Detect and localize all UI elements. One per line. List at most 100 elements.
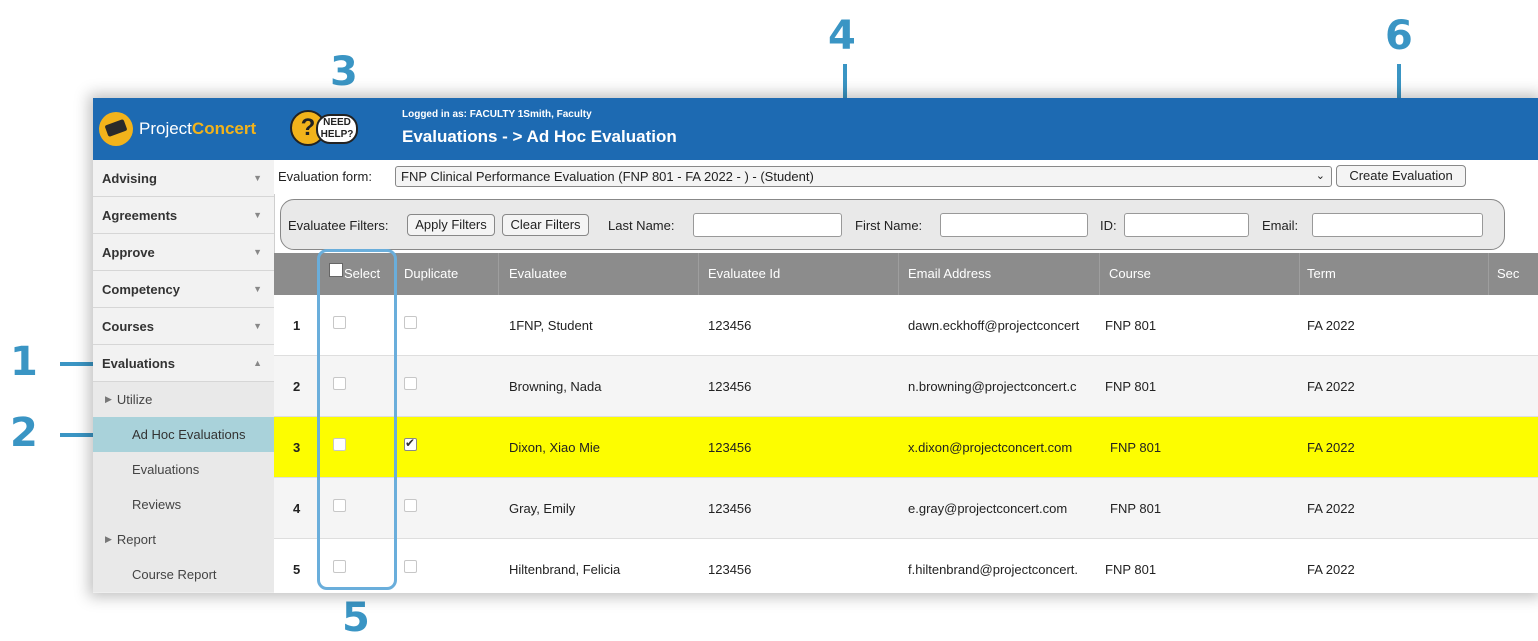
evaluatee-id: 123456 xyxy=(708,562,752,577)
sidebar-item-course-report[interactable]: Course Report xyxy=(93,557,274,592)
column-header-duplicate: Duplicate xyxy=(404,266,459,281)
table-row-selected: 3 Dixon, Xiao Mie 123456 x.dixon@project… xyxy=(274,417,1538,478)
column-header-term[interactable]: Term xyxy=(1307,266,1336,281)
create-evaluation-button[interactable]: Create Evaluation xyxy=(1336,165,1466,187)
last-name-label: Last Name: xyxy=(608,218,675,233)
evaluatee-table: Select Duplicate Evaluatee Evaluatee Id … xyxy=(274,253,1538,593)
duplicate-checkbox[interactable] xyxy=(404,499,417,512)
sidebar-item-evaluations-list[interactable]: Evaluations xyxy=(93,452,274,487)
column-header-evaluatee[interactable]: Evaluatee xyxy=(509,266,567,281)
column-separator xyxy=(394,253,395,295)
sidebar-item-label: Competency xyxy=(102,281,181,297)
sidebar-item-label: Evaluations xyxy=(102,355,175,371)
row-number: 4 xyxy=(293,501,301,516)
sidebar-subgroup-utilize[interactable]: ▶ Utilize xyxy=(93,382,274,417)
sidebar-item-agreements[interactable]: Agreements ▼ xyxy=(93,197,274,234)
annotation-number-1: 1 xyxy=(10,339,38,385)
logged-in-text: Logged in as: FACULTY 1Smith, Faculty xyxy=(402,109,592,120)
table-row: 1 1FNP, Student 123456 dawn.eckhoff@proj… xyxy=(274,295,1538,356)
duplicate-checkbox[interactable] xyxy=(404,436,417,451)
evaluatee-name: Gray, Emily xyxy=(509,501,576,516)
first-name-input[interactable] xyxy=(940,213,1088,237)
evaluatee-name: Browning, Nada xyxy=(509,379,602,394)
select-all-checkbox[interactable] xyxy=(329,263,343,277)
table-row: 4 Gray, Emily 123456 e.gray@projectconce… xyxy=(274,478,1538,539)
select-checkbox[interactable] xyxy=(333,377,346,390)
duplicate-checkbox[interactable] xyxy=(404,316,417,329)
evaluation-form-label: Evaluation form: xyxy=(278,169,372,184)
course: FNP 801 xyxy=(1105,379,1157,394)
email-input[interactable] xyxy=(1312,213,1483,237)
app-window: Project Concert Advising ▼ Agreements ▼ App… xyxy=(93,98,1538,593)
sidebar-subgroup-label: Utilize xyxy=(116,392,153,407)
sidebar-item-label: Approve xyxy=(102,244,155,260)
course: FNP 801 xyxy=(1105,318,1157,333)
apply-filters-button[interactable]: Apply Filters xyxy=(407,214,495,236)
chevron-up-icon: ▲ xyxy=(253,358,262,368)
sidebar-item-competency[interactable]: Competency ▼ xyxy=(93,271,274,308)
id-label: ID: xyxy=(1100,218,1117,233)
annotation-number-3: 3 xyxy=(330,49,358,95)
column-header-select: Select xyxy=(344,266,381,281)
evaluation-form-selected-value: FNP Clinical Performance Evaluation (FNP… xyxy=(401,169,814,184)
sidebar-item-reviews[interactable]: Reviews xyxy=(93,487,274,522)
sidebar-subgroup-label: Report xyxy=(116,532,156,547)
sidebar-subgroup-report[interactable]: ▶ Report xyxy=(93,522,274,557)
chevron-down-icon: ▼ xyxy=(253,173,262,183)
email-address: dawn.eckhoff@projectconcert xyxy=(908,318,1080,333)
column-separator xyxy=(1488,253,1489,295)
sidebar-item-courses[interactable]: Courses ▼ xyxy=(93,308,274,345)
sidebar-item-evaluations[interactable]: Evaluations ▲ xyxy=(93,345,274,382)
row-number: 2 xyxy=(293,379,301,394)
email-address: n.browning@projectconcert.c xyxy=(908,379,1077,394)
sidebar-item-advising[interactable]: Advising ▼ xyxy=(93,160,274,197)
column-separator xyxy=(498,253,499,295)
sidebar-item-approve[interactable]: Approve ▼ xyxy=(93,234,274,271)
table-row: 5 Hiltenbrand, Felicia 123456 f.hiltenbr… xyxy=(274,539,1538,593)
term: FA 2022 xyxy=(1307,440,1355,455)
row-number: 3 xyxy=(293,440,301,455)
column-separator xyxy=(1099,253,1100,295)
annotation-number-4: 4 xyxy=(828,13,856,59)
chevron-down-icon: ⌄ xyxy=(1315,170,1325,182)
brand-logo[interactable]: Project Concert xyxy=(93,98,274,160)
duplicate-checkbox[interactable] xyxy=(404,377,417,390)
sidebar-item-ad-hoc-evaluations[interactable]: Ad Hoc Evaluations xyxy=(93,417,274,452)
select-checkbox[interactable] xyxy=(333,560,346,573)
email-address: x.dixon@projectconcert.com xyxy=(908,440,1073,455)
row-number: 1 xyxy=(293,318,301,333)
evaluatee-id: 123456 xyxy=(708,440,752,455)
table-header: Select Duplicate Evaluatee Evaluatee Id … xyxy=(274,253,1538,295)
need-help-label: NEED HELP? xyxy=(316,114,358,144)
graduation-cap-icon xyxy=(99,112,133,146)
select-checkbox[interactable] xyxy=(333,438,346,451)
course: FNP 801 xyxy=(1110,440,1162,455)
column-header-course[interactable]: Course xyxy=(1109,266,1151,281)
evaluatee-name: Dixon, Xiao Mie xyxy=(509,440,601,455)
select-checkbox[interactable] xyxy=(333,499,346,512)
select-checkbox[interactable] xyxy=(333,316,346,329)
duplicate-checkbox[interactable] xyxy=(404,560,417,573)
id-input[interactable] xyxy=(1124,213,1249,237)
need-help-button[interactable]: ? NEED HELP? xyxy=(290,109,360,149)
column-header-evaluatee-id[interactable]: Evaluatee Id xyxy=(708,266,780,281)
caret-right-icon: ▶ xyxy=(105,534,112,544)
sidebar-item-label: Advising xyxy=(102,170,157,186)
column-separator xyxy=(1299,253,1300,295)
page-header: ? NEED HELP? Logged in as: FACULTY 1Smith… xyxy=(274,98,1538,160)
annotation-number-5: 5 xyxy=(342,595,370,641)
chevron-down-icon: ▼ xyxy=(253,284,262,294)
sidebar-item-label: Courses xyxy=(102,318,155,334)
last-name-input[interactable] xyxy=(693,213,842,237)
column-header-email[interactable]: Email Address xyxy=(908,266,991,281)
evaluatee-name: Hiltenbrand, Felicia xyxy=(509,562,621,577)
column-header-sec[interactable]: Sec xyxy=(1497,266,1519,281)
chevron-down-icon: ▼ xyxy=(253,210,262,220)
chevron-down-icon: ▼ xyxy=(253,247,262,257)
evaluation-form-select[interactable]: FNP Clinical Performance Evaluation (FNP… xyxy=(395,166,1332,187)
term: FA 2022 xyxy=(1307,501,1355,516)
clear-filters-button[interactable]: Clear Filters xyxy=(502,214,589,236)
brand-name-part1: Project xyxy=(139,119,192,138)
first-name-label: First Name: xyxy=(855,218,923,233)
evaluatee-id: 123456 xyxy=(708,318,752,333)
